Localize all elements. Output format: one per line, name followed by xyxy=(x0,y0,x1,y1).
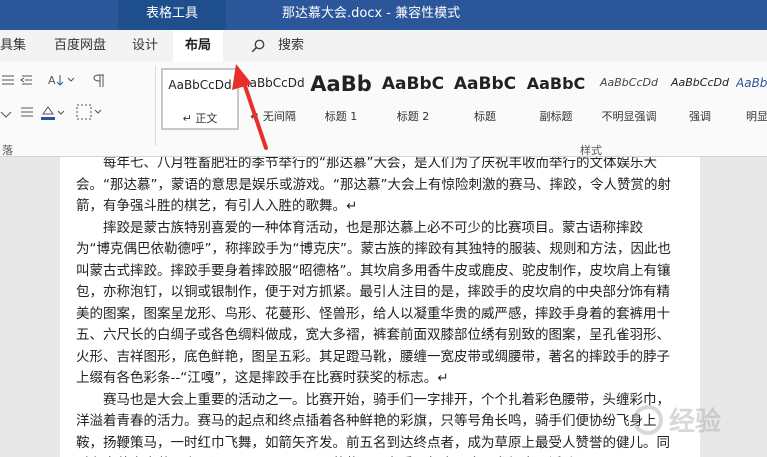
table-tools-context-tab[interactable]: 表格工具 xyxy=(118,0,226,30)
tab-tools[interactable]: 具集 xyxy=(0,30,26,62)
style-name: ↵ 无间隔 xyxy=(250,110,296,123)
style-name: 副标题 xyxy=(539,110,573,123)
style-sample: AaBbC xyxy=(526,74,586,93)
title-bar: 表格工具 那达慕大会.docx - 兼容性模式 xyxy=(0,0,767,30)
style-sample: AaBbC xyxy=(453,74,517,94)
show-marks-icon[interactable] xyxy=(92,74,106,92)
sort-icon[interactable]: A xyxy=(48,72,76,92)
tab-baidu-netdisk[interactable]: 百度网盘 xyxy=(54,30,106,62)
style-sample: AaBbC xyxy=(381,74,445,94)
justify-icon[interactable] xyxy=(20,104,34,124)
style-name: 标题 xyxy=(474,110,496,123)
style-sample: AaBbCcDd xyxy=(600,76,658,89)
style-sample: AaBbCcDd xyxy=(241,76,305,90)
document-title: 那达慕大会.docx - 兼容性模式 xyxy=(282,6,461,21)
style-intense-emphasis[interactable]: AaBb 明显 xyxy=(736,68,767,130)
style-subtitle[interactable]: AaBbC 副标题 xyxy=(522,68,590,130)
document-page[interactable]: 每年七、八月牲畜肥壮的季节举行的“那达慕”大会，是人们为了庆祝丰收而举行的文体娱… xyxy=(60,157,700,457)
watermark-paw-icon xyxy=(633,405,663,435)
style-sample: AaBbCcDd xyxy=(671,76,729,89)
shading-icon[interactable] xyxy=(40,104,66,126)
list-dropdown-icon[interactable] xyxy=(0,108,12,123)
borders-icon[interactable] xyxy=(76,104,104,124)
paragraph[interactable]: 赛马也是大会上重要的活动之一。比赛开始，骑手们一字排开，个个扎着彩色腰带，头缠彩… xyxy=(76,390,676,457)
style-emphasis[interactable]: AaBbCcDd 强调 xyxy=(668,68,732,130)
search-label[interactable]: 搜索 xyxy=(278,30,304,62)
document-body[interactable]: 每年七、八月牲畜肥壮的季节举行的“那达慕”大会，是人们为了庆祝丰收而举行的文体娱… xyxy=(76,157,676,457)
style-name: 不明显强调 xyxy=(601,110,657,123)
line-spacing-icon[interactable] xyxy=(2,74,14,92)
watermark-text: 经验 xyxy=(669,407,722,437)
style-sample: AaBbCcDd xyxy=(168,78,232,92)
style-sample: AaBb xyxy=(310,72,372,96)
style-name: 标题 2 xyxy=(396,110,430,123)
document-area: 每年七、八月牲畜肥壮的季节举行的“那达慕”大会，是人们为了庆祝丰收而举行的文体娱… xyxy=(0,157,767,457)
style-heading-2[interactable]: AaBbC 标题 2 xyxy=(378,68,448,130)
style-name: 明显 xyxy=(746,110,767,123)
ribbon-separator xyxy=(155,66,156,146)
svg-text:A: A xyxy=(48,74,56,87)
style-normal[interactable]: AaBbCcDd ↵ 正文 xyxy=(161,68,239,130)
tab-layout[interactable]: 布局 xyxy=(173,30,224,62)
style-name: ↵ 正文 xyxy=(182,112,218,125)
search-icon[interactable] xyxy=(251,39,265,53)
decrease-indent-icon[interactable] xyxy=(20,72,34,92)
ribbon-tabs: 具集 百度网盘 设计 布局 搜索 xyxy=(0,30,767,62)
tab-design[interactable]: 设计 xyxy=(132,30,158,62)
ribbon: A 落 AaBbCcDd ↵ 正文 AaBbCcDd ↵ 无间隔 AaBb 标题… xyxy=(0,62,767,157)
style-heading-1[interactable]: AaBb 标题 1 xyxy=(308,68,374,130)
paragraph[interactable]: 每年七、八月牲畜肥壮的季节举行的“那达慕”大会，是人们为了庆祝丰收而举行的文体娱… xyxy=(76,157,676,218)
styles-group-label: 样式 xyxy=(580,144,602,157)
paragraph[interactable]: 摔跤是蒙古族特别喜爱的一种体育活动，也是那达慕上必不可少的比赛项目。蒙古语称摔跤… xyxy=(76,218,676,390)
style-name: 强调 xyxy=(689,110,711,123)
paragraph-group-label: 落 xyxy=(2,144,13,157)
watermark-logo: 经验 xyxy=(633,401,753,441)
style-subtle-emphasis[interactable]: AaBbCcDd 不明显强调 xyxy=(594,68,664,130)
style-name: 标题 1 xyxy=(324,110,358,123)
style-sample: AaBb xyxy=(736,76,767,90)
style-title[interactable]: AaBbC 标题 xyxy=(452,68,518,130)
style-no-spacing[interactable]: AaBbCcDd ↵ 无间隔 xyxy=(240,68,306,130)
